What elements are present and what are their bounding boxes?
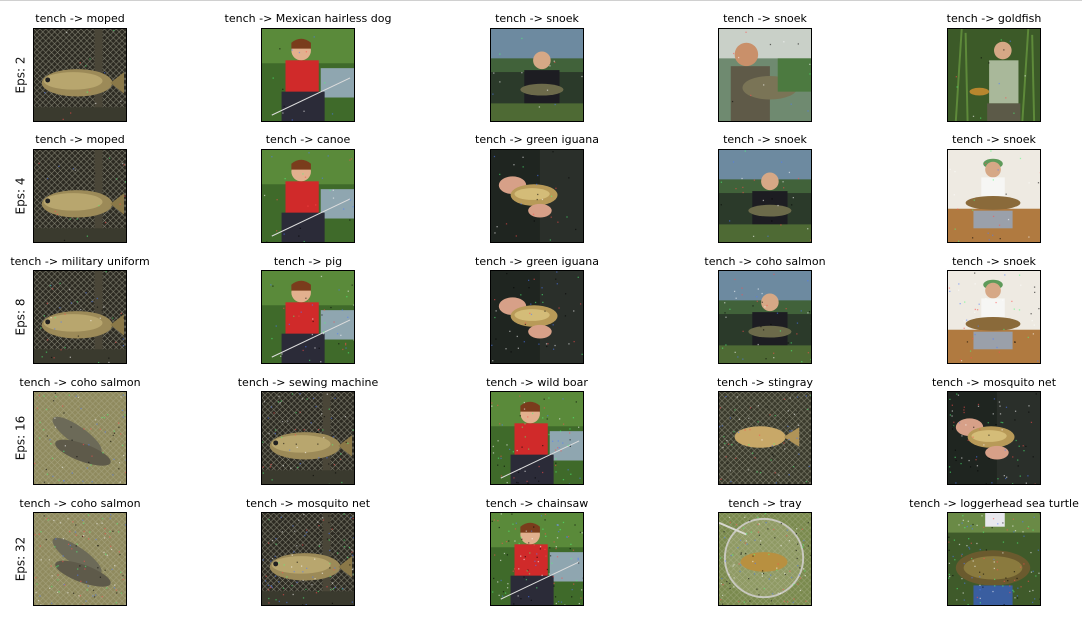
- cell-title: tench -> pig: [273, 255, 343, 268]
- adversarial-image: [33, 391, 127, 485]
- adversarial-image: [261, 512, 355, 606]
- cell-title: tench -> snoek: [952, 255, 1036, 268]
- adversarial-image: [718, 270, 812, 364]
- cell-title: tench -> coho salmon: [19, 497, 141, 510]
- adversarial-image: [261, 270, 355, 364]
- cell-title: tench -> canoe: [265, 133, 351, 146]
- adversarial-image: [33, 270, 127, 364]
- row-label: Eps: 4: [12, 177, 27, 215]
- adversarial-examples-grid: Eps: 2 tench -> moped tench -> Mexican ha…: [0, 0, 1082, 631]
- cell-title: tench -> coho salmon: [19, 376, 141, 389]
- adversarial-image: [947, 391, 1041, 485]
- adversarial-image: [718, 149, 812, 243]
- adversarial-image: [33, 512, 127, 606]
- cell-title: tench -> green iguana: [475, 255, 599, 268]
- cell-title: tench -> snoek: [723, 133, 807, 146]
- adversarial-image: [490, 28, 584, 122]
- cell-title: tench -> mosquito net: [245, 497, 371, 510]
- cell-title: tench -> goldfish: [946, 12, 1042, 25]
- cell-title: tench -> moped: [35, 133, 125, 146]
- adversarial-image: [490, 149, 584, 243]
- cell-title: tench -> sewing machine: [237, 376, 379, 389]
- adversarial-image: [718, 391, 812, 485]
- cell-title: tench -> loggerhead sea turtle: [909, 497, 1079, 510]
- adversarial-image: [261, 391, 355, 485]
- cell-title: tench -> snoek: [952, 133, 1036, 146]
- cell-title: tench -> moped: [35, 12, 125, 25]
- cell-title: tench -> green iguana: [475, 133, 599, 146]
- adversarial-image: [947, 512, 1041, 606]
- cell-title: tench -> stingray: [716, 376, 814, 389]
- row-label: Eps: 32: [12, 536, 27, 582]
- adversarial-image: [33, 28, 127, 122]
- cell-title: tench -> mosquito net: [931, 376, 1057, 389]
- cell-title: tench -> wild boar: [486, 376, 588, 389]
- adversarial-image: [947, 28, 1041, 122]
- cell-title: tench -> snoek: [723, 12, 807, 25]
- row-label: Eps: 16: [12, 415, 27, 461]
- cell-title: tench -> coho salmon: [704, 255, 826, 268]
- row-label: Eps: 2: [12, 56, 27, 94]
- adversarial-image: [490, 512, 584, 606]
- adversarial-image: [718, 512, 812, 606]
- adversarial-image: [33, 149, 127, 243]
- cell-title: tench -> military uniform: [10, 255, 150, 268]
- adversarial-image: [490, 391, 584, 485]
- cell-title: tench -> snoek: [495, 12, 579, 25]
- cell-title: tench -> tray: [728, 497, 802, 510]
- adversarial-image: [947, 149, 1041, 243]
- adversarial-image: [718, 28, 812, 122]
- adversarial-image: [490, 270, 584, 364]
- adversarial-image: [261, 149, 355, 243]
- adversarial-image: [947, 270, 1041, 364]
- cell-title: tench -> Mexican hairless dog: [224, 12, 392, 25]
- adversarial-image: [261, 28, 355, 122]
- cell-title: tench -> chainsaw: [485, 497, 589, 510]
- row-label: Eps: 8: [12, 298, 27, 336]
